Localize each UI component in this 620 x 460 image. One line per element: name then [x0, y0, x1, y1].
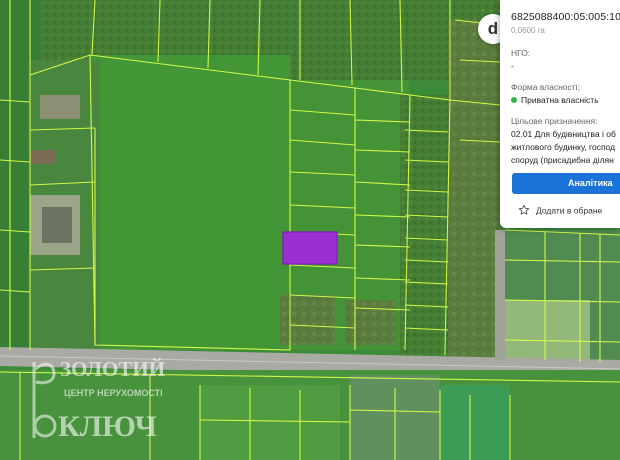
building-shed	[30, 150, 56, 164]
watermark-line-3: КЛЮЧ	[58, 410, 157, 443]
watermark-line-2: ЦЕНТР НЕРУХОМОСТІ	[64, 388, 163, 398]
purpose-line-2: житлового будинку, господ	[511, 142, 616, 152]
ngo-value: -	[511, 61, 514, 71]
parcel-area: 0,0600 га	[511, 26, 545, 35]
ownership-value: Приватна власність	[521, 95, 599, 105]
cadastral-number[interactable]: 6825088400:05:005:10	[511, 11, 620, 23]
watermark-logo: ЗОЛОТИЙ ЦЕНТР НЕРУХОМОСТІ КЛЮЧ	[32, 357, 165, 443]
ownership-value-row: Приватна власність	[511, 95, 599, 105]
watermark-line-1: ЗОЛОТИЙ	[60, 357, 165, 381]
purpose-line-3: споруд (присадибна ділян	[511, 155, 614, 165]
purpose-line-1: 02.01 Для будівництва і об	[511, 129, 616, 139]
favorite-label: Додати в обране	[536, 205, 603, 216]
side-road	[495, 230, 505, 360]
ngo-label: НГО:	[511, 48, 531, 58]
purpose-label: Цільове призначення:	[511, 116, 598, 126]
analytics-button[interactable]: Аналітика	[512, 173, 620, 194]
ownership-status-dot	[511, 96, 517, 103]
add-to-favorites-button[interactable]: Додати в обране	[518, 204, 603, 217]
star-icon	[518, 204, 530, 215]
ownership-label: Форма власності:	[511, 82, 580, 92]
building-west-roof	[42, 207, 72, 243]
building-north	[40, 95, 80, 119]
selected-parcel[interactable]	[282, 231, 338, 265]
parcel-info-panel: 6825088400:05:005:10 0,0600 га НГО: - Фо…	[500, 0, 620, 228]
